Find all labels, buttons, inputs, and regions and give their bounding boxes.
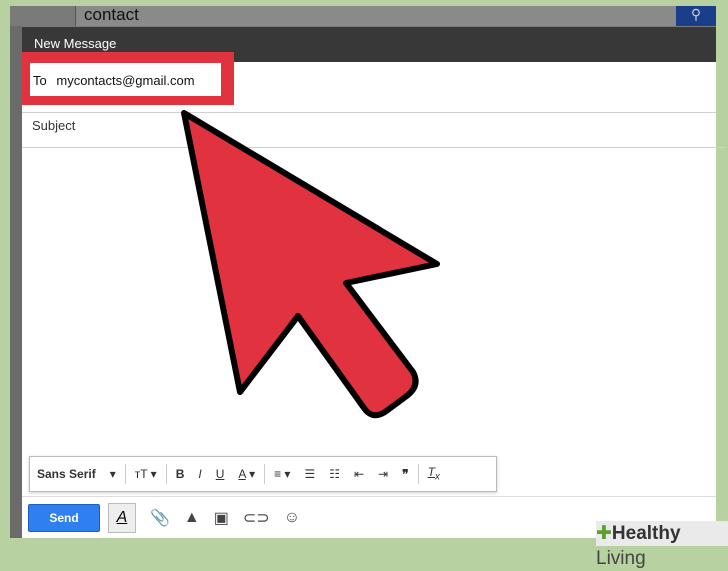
indent-less-icon[interactable]: ⇤ bbox=[354, 467, 364, 481]
italic-icon[interactable]: I bbox=[198, 467, 201, 481]
align-icon[interactable]: ≡ ▾ bbox=[274, 467, 290, 481]
formatting-toolbar: Sans Serif ▾ тT ▾ B I U A ▾ ≡ ▾ ☰ ☷ ⇤ ⇥ ❞… bbox=[29, 456, 497, 492]
numbered-list-icon[interactable]: ☰ bbox=[304, 467, 315, 481]
quote-icon[interactable]: ❞ bbox=[402, 467, 408, 481]
paperclip-icon[interactable]: 📎 bbox=[150, 508, 170, 528]
link-icon[interactable]: ⊂⊃ bbox=[243, 508, 270, 528]
bulleted-list-icon[interactable]: ☷ bbox=[329, 467, 340, 481]
chevron-down-icon[interactable]: ▾ bbox=[110, 467, 116, 481]
indent-more-icon[interactable]: ⇥ bbox=[378, 467, 388, 481]
text-color-icon[interactable]: A ▾ bbox=[238, 467, 255, 481]
bold-icon[interactable]: B bbox=[176, 467, 185, 481]
formatting-toggle-icon[interactable]: A bbox=[108, 503, 136, 533]
remove-formatting-icon[interactable]: Tx bbox=[428, 465, 440, 482]
send-button[interactable]: Send bbox=[28, 504, 100, 532]
font-size-icon[interactable]: тT ▾ bbox=[135, 467, 157, 481]
emoji-icon[interactable]: ☺ bbox=[284, 509, 300, 527]
font-select[interactable]: Sans Serif bbox=[37, 467, 96, 481]
image-icon[interactable]: ▣ bbox=[214, 508, 229, 528]
watermark-logo: ✚Healthy Living bbox=[596, 521, 728, 569]
underline-icon[interactable]: U bbox=[216, 467, 225, 481]
drive-icon[interactable]: ▲ bbox=[184, 509, 200, 527]
